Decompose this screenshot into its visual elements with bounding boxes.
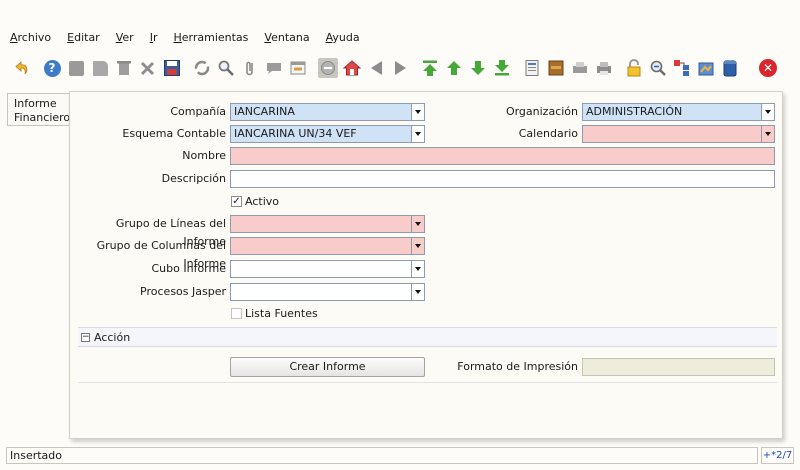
chevron-down-icon bbox=[765, 132, 771, 136]
previous-icon[interactable] bbox=[366, 58, 386, 78]
chevron-down-icon bbox=[765, 110, 771, 114]
accion-section-header[interactable]: − Acción bbox=[78, 327, 777, 347]
last-record-icon[interactable] bbox=[492, 58, 512, 78]
home-icon[interactable] bbox=[342, 58, 362, 78]
toolbar: ? ✕ bbox=[0, 54, 800, 82]
calendario-label: Calendario bbox=[518, 127, 578, 140]
menu-editar[interactable]: Editar bbox=[67, 31, 100, 44]
cubo-label: Cubo Informe bbox=[151, 262, 227, 275]
lista-fuentes-checkbox[interactable] bbox=[231, 308, 242, 319]
print-preview-icon[interactable] bbox=[570, 58, 590, 78]
esquema-label: Esquema Contable bbox=[122, 127, 226, 140]
menu-ayuda[interactable]: Ayuda bbox=[326, 31, 360, 44]
attachment-icon[interactable] bbox=[240, 58, 260, 78]
chevron-down-icon bbox=[415, 267, 421, 271]
nombre-label: Nombre bbox=[182, 149, 226, 162]
undo-icon[interactable] bbox=[12, 58, 32, 78]
descripcion-input[interactable] bbox=[230, 170, 775, 188]
lock-icon[interactable] bbox=[624, 58, 644, 78]
end-icon[interactable] bbox=[720, 58, 740, 78]
crear-informe-button[interactable]: Crear Informe bbox=[230, 357, 425, 377]
activo-label: Activo bbox=[245, 195, 279, 208]
compania-field[interactable]: IANCARINA bbox=[230, 103, 413, 121]
organizacion-field[interactable]: ADMINISTRACIÓN bbox=[582, 103, 763, 121]
record-navigation-indicator[interactable]: +*2/7 bbox=[761, 447, 794, 464]
next-icon[interactable] bbox=[390, 58, 410, 78]
menu-herramientas[interactable]: Herramientas bbox=[173, 31, 248, 44]
help-icon[interactable]: ? bbox=[42, 58, 62, 78]
status-bar: Insertado bbox=[6, 447, 758, 464]
first-record-icon[interactable] bbox=[420, 58, 440, 78]
jasper-dropdown[interactable] bbox=[411, 283, 425, 301]
product-info-icon[interactable] bbox=[696, 58, 716, 78]
esquema-field[interactable]: IANCARINA UN/34 VEF bbox=[230, 125, 413, 143]
activo-checkbox[interactable]: ✓ bbox=[231, 196, 242, 207]
grupo-columnas-dropdown[interactable] bbox=[411, 237, 425, 255]
jasper-field[interactable] bbox=[230, 283, 413, 301]
archive-icon[interactable] bbox=[546, 58, 566, 78]
parent-icon[interactable] bbox=[318, 58, 338, 78]
menu-ir[interactable]: Ir bbox=[150, 31, 158, 44]
grupo-lineas-field[interactable] bbox=[230, 215, 413, 233]
menu-bar: Archivo Editar Ver Ir Herramientas Venta… bbox=[0, 27, 800, 47]
formato-impresion-label: Formato de Impresión bbox=[457, 360, 578, 373]
tab-label-line1: Informe bbox=[14, 97, 57, 110]
grupo-lineas-label: Grupo de Líneas del Informe bbox=[115, 217, 226, 248]
calendario-dropdown[interactable] bbox=[761, 125, 775, 143]
chat-icon[interactable] bbox=[264, 58, 284, 78]
chevron-down-icon bbox=[415, 244, 421, 248]
delete-selection-icon[interactable] bbox=[138, 58, 158, 78]
menu-archivo[interactable]: Archivo bbox=[10, 31, 51, 44]
chevron-down-icon bbox=[415, 290, 421, 294]
save-icon[interactable] bbox=[162, 58, 182, 78]
zoom-across-icon[interactable] bbox=[648, 58, 668, 78]
organizacion-dropdown[interactable] bbox=[761, 103, 775, 121]
grupo-columnas-field[interactable] bbox=[230, 237, 413, 255]
workflow-icon[interactable] bbox=[672, 58, 692, 78]
accion-section-label: Acción bbox=[94, 330, 131, 344]
previous-record-icon[interactable] bbox=[444, 58, 464, 78]
lista-fuentes-label: Lista Fuentes bbox=[245, 307, 318, 320]
menu-ver[interactable]: Ver bbox=[116, 31, 134, 44]
calendario-field[interactable] bbox=[582, 125, 763, 143]
copy-record-icon[interactable] bbox=[90, 58, 110, 78]
history-icon[interactable] bbox=[288, 58, 308, 78]
chevron-down-icon bbox=[415, 132, 421, 136]
collapse-icon[interactable]: − bbox=[81, 332, 90, 342]
compania-label: Compañía bbox=[170, 105, 226, 118]
report-icon[interactable] bbox=[522, 58, 542, 78]
cubo-dropdown[interactable] bbox=[411, 260, 425, 278]
next-record-icon[interactable] bbox=[468, 58, 488, 78]
new-record-icon[interactable] bbox=[66, 58, 86, 78]
menu-ventana[interactable]: Ventana bbox=[264, 31, 309, 44]
find-icon[interactable] bbox=[216, 58, 236, 78]
chevron-down-icon bbox=[415, 110, 421, 114]
section-divider bbox=[78, 382, 777, 383]
tab-label-line2: Financiero bbox=[14, 111, 71, 124]
tab-informe-financiero[interactable]: Informe Financiero bbox=[7, 93, 71, 126]
nombre-input[interactable] bbox=[230, 147, 775, 165]
formato-impresion-field[interactable] bbox=[582, 358, 775, 376]
organizacion-label: Organización bbox=[505, 105, 578, 118]
grupo-lineas-dropdown[interactable] bbox=[411, 215, 425, 233]
descripcion-label: Descripción bbox=[161, 172, 226, 185]
refresh-icon[interactable] bbox=[192, 58, 212, 78]
close-icon[interactable]: ✕ bbox=[758, 58, 778, 78]
esquema-dropdown[interactable] bbox=[411, 125, 425, 143]
delete-icon[interactable] bbox=[114, 58, 134, 78]
compania-dropdown[interactable] bbox=[411, 103, 425, 121]
print-icon[interactable] bbox=[594, 58, 614, 78]
cubo-field[interactable] bbox=[230, 260, 413, 278]
grupo-columnas-label: Grupo de Columnas del Informe bbox=[96, 239, 226, 270]
chevron-down-icon bbox=[415, 222, 421, 226]
jasper-label: Procesos Jasper bbox=[140, 285, 226, 298]
